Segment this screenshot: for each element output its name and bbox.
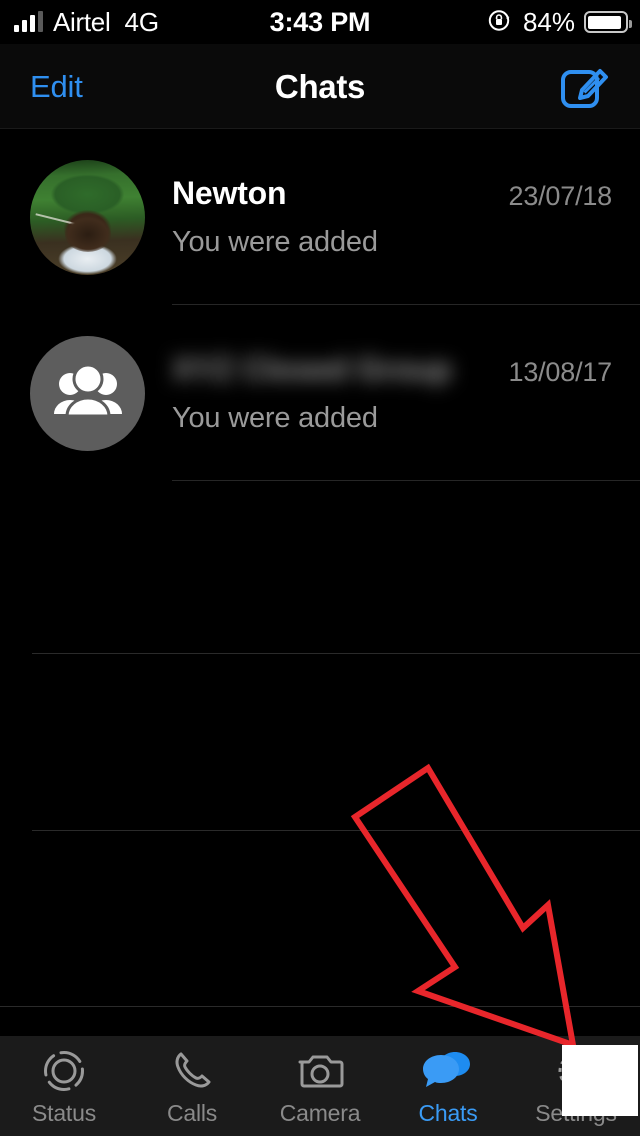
compose-icon[interactable] [558,60,612,114]
tab-label: Camera [279,1100,361,1126]
chat-list-item[interactable]: XYZ Closed Group 13/08/17 You were added [0,305,640,481]
phone-icon [168,1046,216,1096]
tab-camera[interactable]: Camera [256,1036,384,1136]
chat-preview-message: You were added [172,401,378,434]
chat-row-separator [172,480,640,481]
chat-list[interactable]: Newton 23/07/18 You were added XYZ Close… [0,129,640,1007]
avatar [30,335,145,451]
chat-row-header: XYZ Closed Group 13/08/17 [172,350,640,388]
empty-row-separator [32,830,640,831]
chat-row-header: Newton 23/07/18 [172,174,640,212]
avatar [30,159,145,275]
chat-name: XYZ Closed Group [172,350,452,387]
battery-icon [584,11,632,33]
chat-list-item[interactable]: Newton 23/07/18 You were added [0,129,640,305]
tab-calls[interactable]: Calls [128,1036,256,1136]
chat-preview-message: You were added [172,225,378,258]
battery-percent-label: 84% [522,6,575,37]
camera-icon [296,1046,344,1096]
navigation-bar: Edit Chats [0,44,640,129]
tab-label: Calls [166,1100,218,1126]
tab-label: Chats [418,1100,478,1126]
whatsapp-chats-screen: Airtel 4G 3:43 PM 84% Edit Chats Newton … [0,0,640,1136]
status-bar-right: 84% [486,0,632,44]
chat-name: Newton [172,174,287,211]
tab-bar-separator [0,1006,640,1007]
tab-status[interactable]: Status [0,1036,128,1136]
chat-row-body: XYZ Closed Group 13/08/17 You were added [172,350,640,435]
chat-row-body: Newton 23/07/18 You were added [172,174,640,259]
rotation-lock-icon [486,6,514,39]
chat-date: 23/07/18 [508,180,613,211]
status-ring-icon [40,1046,88,1096]
tab-label: Status [31,1100,96,1126]
tab-chats[interactable]: Chats [384,1036,512,1136]
page-title: Chats [274,67,366,105]
contact-photo-icon [30,159,145,275]
white-redaction-box [562,1045,638,1116]
empty-row-separator [32,653,640,654]
status-bar: Airtel 4G 3:43 PM 84% [0,0,640,44]
tab-bar: Status Calls Camera Chats [0,1036,640,1136]
group-avatar-icon [30,335,145,451]
chat-date: 13/08/17 [508,356,613,387]
chat-bubbles-icon [422,1046,474,1096]
